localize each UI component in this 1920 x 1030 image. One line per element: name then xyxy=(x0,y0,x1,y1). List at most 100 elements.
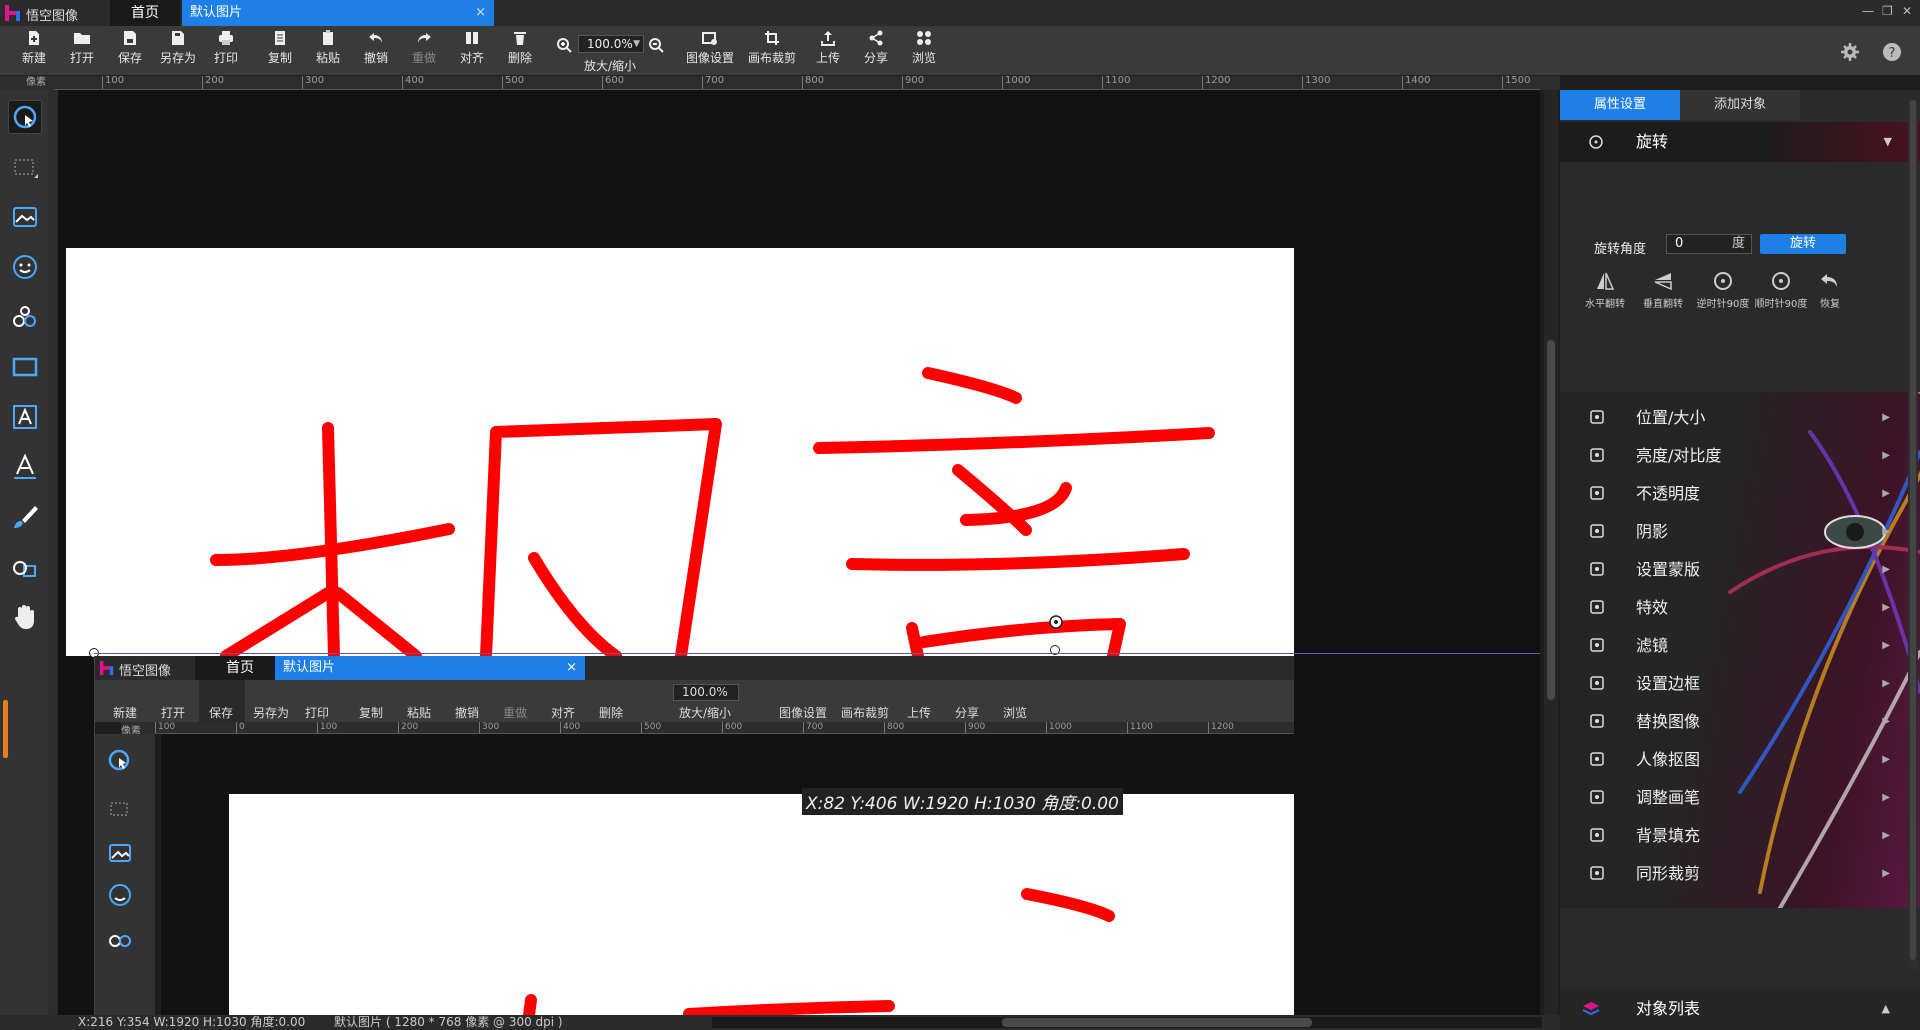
close-window-button[interactable]: ✕ xyxy=(1902,4,1912,18)
art-text-tool[interactable] xyxy=(8,450,42,484)
rotate-section-header[interactable]: 旋转 ▼ xyxy=(1560,122,1920,162)
restore-button[interactable]: ❐ xyxy=(1882,4,1893,18)
rotate-cw-button[interactable]: 顺时针90度 xyxy=(1750,270,1812,310)
flip-horizontal-button[interactable]: 水平翻转 xyxy=(1580,270,1630,310)
menu-item-shadow[interactable]: 阴影 ▶ xyxy=(1560,512,1920,552)
menu-item-brush-adjust[interactable]: 调整画笔 ▶ xyxy=(1560,778,1920,818)
graphic-tool[interactable] xyxy=(8,550,42,584)
menu-item-background-fill[interactable]: 背景填充 ▶ xyxy=(1560,816,1920,856)
status-coords: X:216 Y:354 W:1920 H:1030 角度:0.00 xyxy=(78,1015,306,1029)
canvas-horizontal-scrollbar[interactable] xyxy=(712,1017,1542,1028)
menu-item-effects[interactable]: 特效 ▶ xyxy=(1560,588,1920,628)
canvas-scroll-thumb[interactable] xyxy=(1547,340,1555,700)
panel-scrollbar[interactable] xyxy=(1908,100,1918,970)
gear-icon[interactable] xyxy=(1840,42,1860,62)
rotate-handle-icon[interactable] xyxy=(1048,614,1064,630)
rotate-apply-button[interactable]: 旋转 xyxy=(1760,234,1846,254)
redo-button[interactable]: 重做 xyxy=(408,30,440,66)
property-menu: 位置/大小 ▶ 亮度/对比度 ▶ 不透明度 ▶ 阴影 ▶ 设置蒙版 ▶ 特效 ▶ 滤镜 ▶ 设置边框 ▶ 替换图… xyxy=(1560,392,1920,908)
print-button[interactable]: 打印 xyxy=(210,30,242,66)
image-tool[interactable] xyxy=(8,200,42,234)
picture-icon xyxy=(13,207,37,227)
align-button[interactable]: 对齐 xyxy=(456,30,488,66)
rotate-ccw-button[interactable]: 逆时针90度 xyxy=(1692,270,1754,310)
menu-item-portrait-cutout[interactable]: 人像抠图 ▶ xyxy=(1560,740,1920,780)
inner-ruler-tick: 200 xyxy=(398,722,418,733)
sticker-tool[interactable] xyxy=(8,250,42,284)
tab-document[interactable]: 默认图片 × xyxy=(182,0,494,26)
drawing-strokes[interactable] xyxy=(66,248,1294,656)
canvas-crop-button[interactable]: 画布裁剪 xyxy=(746,30,798,66)
menu-item-label: 亮度/对比度 xyxy=(1636,446,1722,465)
menu-item-label: 不透明度 xyxy=(1636,484,1701,503)
save-as-label: 另存为 xyxy=(159,51,196,65)
opacity-icon xyxy=(1590,486,1604,500)
chevron-right-icon: ▶ xyxy=(1882,488,1890,499)
tab-home[interactable]: 首页 xyxy=(110,0,180,26)
reset-button[interactable]: 恢复 xyxy=(1810,270,1850,310)
canvas-vertical-scrollbar[interactable] xyxy=(1544,90,1558,1015)
shapes-tool[interactable] xyxy=(8,300,42,334)
menu-item-brightness[interactable]: 亮度/对比度 ▶ xyxy=(1560,436,1920,476)
chevron-right-icon: ▶ xyxy=(1882,564,1890,575)
rect-select-tool[interactable] xyxy=(8,150,42,184)
new-button[interactable]: 新建 xyxy=(18,30,50,66)
browse-button[interactable]: 浏览 xyxy=(908,30,940,66)
inner-picture-icon xyxy=(109,844,131,862)
undo-label: 撤销 xyxy=(363,51,388,65)
ruler-tick: 600 xyxy=(602,76,624,89)
menu-item-opacity[interactable]: 不透明度 ▶ xyxy=(1560,474,1920,514)
minimize-button[interactable]: — xyxy=(1862,4,1874,18)
hand-tool[interactable] xyxy=(8,600,42,634)
left-panel-scroll-indicator[interactable] xyxy=(3,700,8,758)
zoom-in-icon[interactable] xyxy=(556,37,572,53)
upload-button[interactable]: 上传 xyxy=(812,30,844,66)
frame-tool[interactable] xyxy=(8,350,42,384)
print-icon xyxy=(219,31,233,45)
help-icon[interactable]: ? xyxy=(1882,42,1902,62)
pasted-screenshot-object[interactable]: 悟空图像 首页 默认图片 × 新建 打开 保存 另存为 打印 复制 粘贴 撤销 重… xyxy=(94,656,1294,1015)
menu-item-label: 位置/大小 xyxy=(1636,408,1706,427)
paste-icon xyxy=(323,30,333,45)
save-as-button[interactable]: 另存为 xyxy=(158,30,198,66)
share-button[interactable]: 分享 xyxy=(860,30,892,66)
panel-scroll-thumb[interactable] xyxy=(1910,100,1916,960)
rotate-angle-input[interactable]: 0度 xyxy=(1666,234,1752,254)
object-list-bar[interactable]: 对象列表 ▲ xyxy=(1560,988,1920,1030)
flip-vertical-button[interactable]: 垂直翻转 xyxy=(1638,270,1688,310)
brush-tool[interactable] xyxy=(8,500,42,534)
menu-item-move[interactable]: 位置/大小 ▶ xyxy=(1560,398,1920,438)
copy-button[interactable]: 复制 xyxy=(264,30,296,66)
inner-emoji-icon xyxy=(109,884,131,906)
tab-add-object[interactable]: 添加对象 xyxy=(1680,90,1800,120)
new-label: 新建 xyxy=(21,51,46,65)
undo-icon xyxy=(369,33,382,43)
delete-button[interactable]: 删除 xyxy=(504,30,536,66)
paste-button[interactable]: 粘贴 xyxy=(312,30,344,66)
menu-item-shape-crop[interactable]: 同形裁剪 ▶ xyxy=(1560,854,1920,894)
zoom-select[interactable]: 100.0% ▼ xyxy=(578,35,644,53)
open-button[interactable]: 打开 xyxy=(66,30,98,66)
zoom-out-icon[interactable] xyxy=(648,37,664,53)
trash-icon xyxy=(514,32,526,45)
menu-item-mask[interactable]: 设置蒙版 ▶ xyxy=(1560,550,1920,590)
tab-document-label: 默认图片 xyxy=(190,5,243,20)
image-settings-button[interactable]: 图像设置 xyxy=(684,30,736,66)
ruler-tick: 1000 xyxy=(1002,76,1030,89)
inner-ruler-tick: 0 xyxy=(236,722,245,733)
menu-item-border[interactable]: 设置边框 ▶ xyxy=(1560,664,1920,704)
paste-label: 粘贴 xyxy=(315,51,340,65)
undo-button[interactable]: 撤销 xyxy=(360,30,392,66)
select-tool-button[interactable] xyxy=(8,100,42,134)
horizontal-scroll-thumb[interactable] xyxy=(1002,1018,1312,1027)
tab-properties[interactable]: 属性设置 xyxy=(1560,90,1680,120)
save-button[interactable]: 保存 xyxy=(114,30,146,66)
tab-close-icon[interactable]: × xyxy=(475,0,486,26)
menu-item-filter[interactable]: 滤镜 ▶ xyxy=(1560,626,1920,666)
text-tool[interactable] xyxy=(8,400,42,434)
inner-save-as-label: 另存为 xyxy=(253,706,290,720)
inner-zoom-label: 放大/缩小 xyxy=(679,706,732,720)
menu-item-replace-image[interactable]: 替换图像 ▶ xyxy=(1560,702,1920,742)
inner-ruler-tick: 300 xyxy=(479,722,499,733)
inner-zoom-select: 100.0% xyxy=(673,684,739,701)
